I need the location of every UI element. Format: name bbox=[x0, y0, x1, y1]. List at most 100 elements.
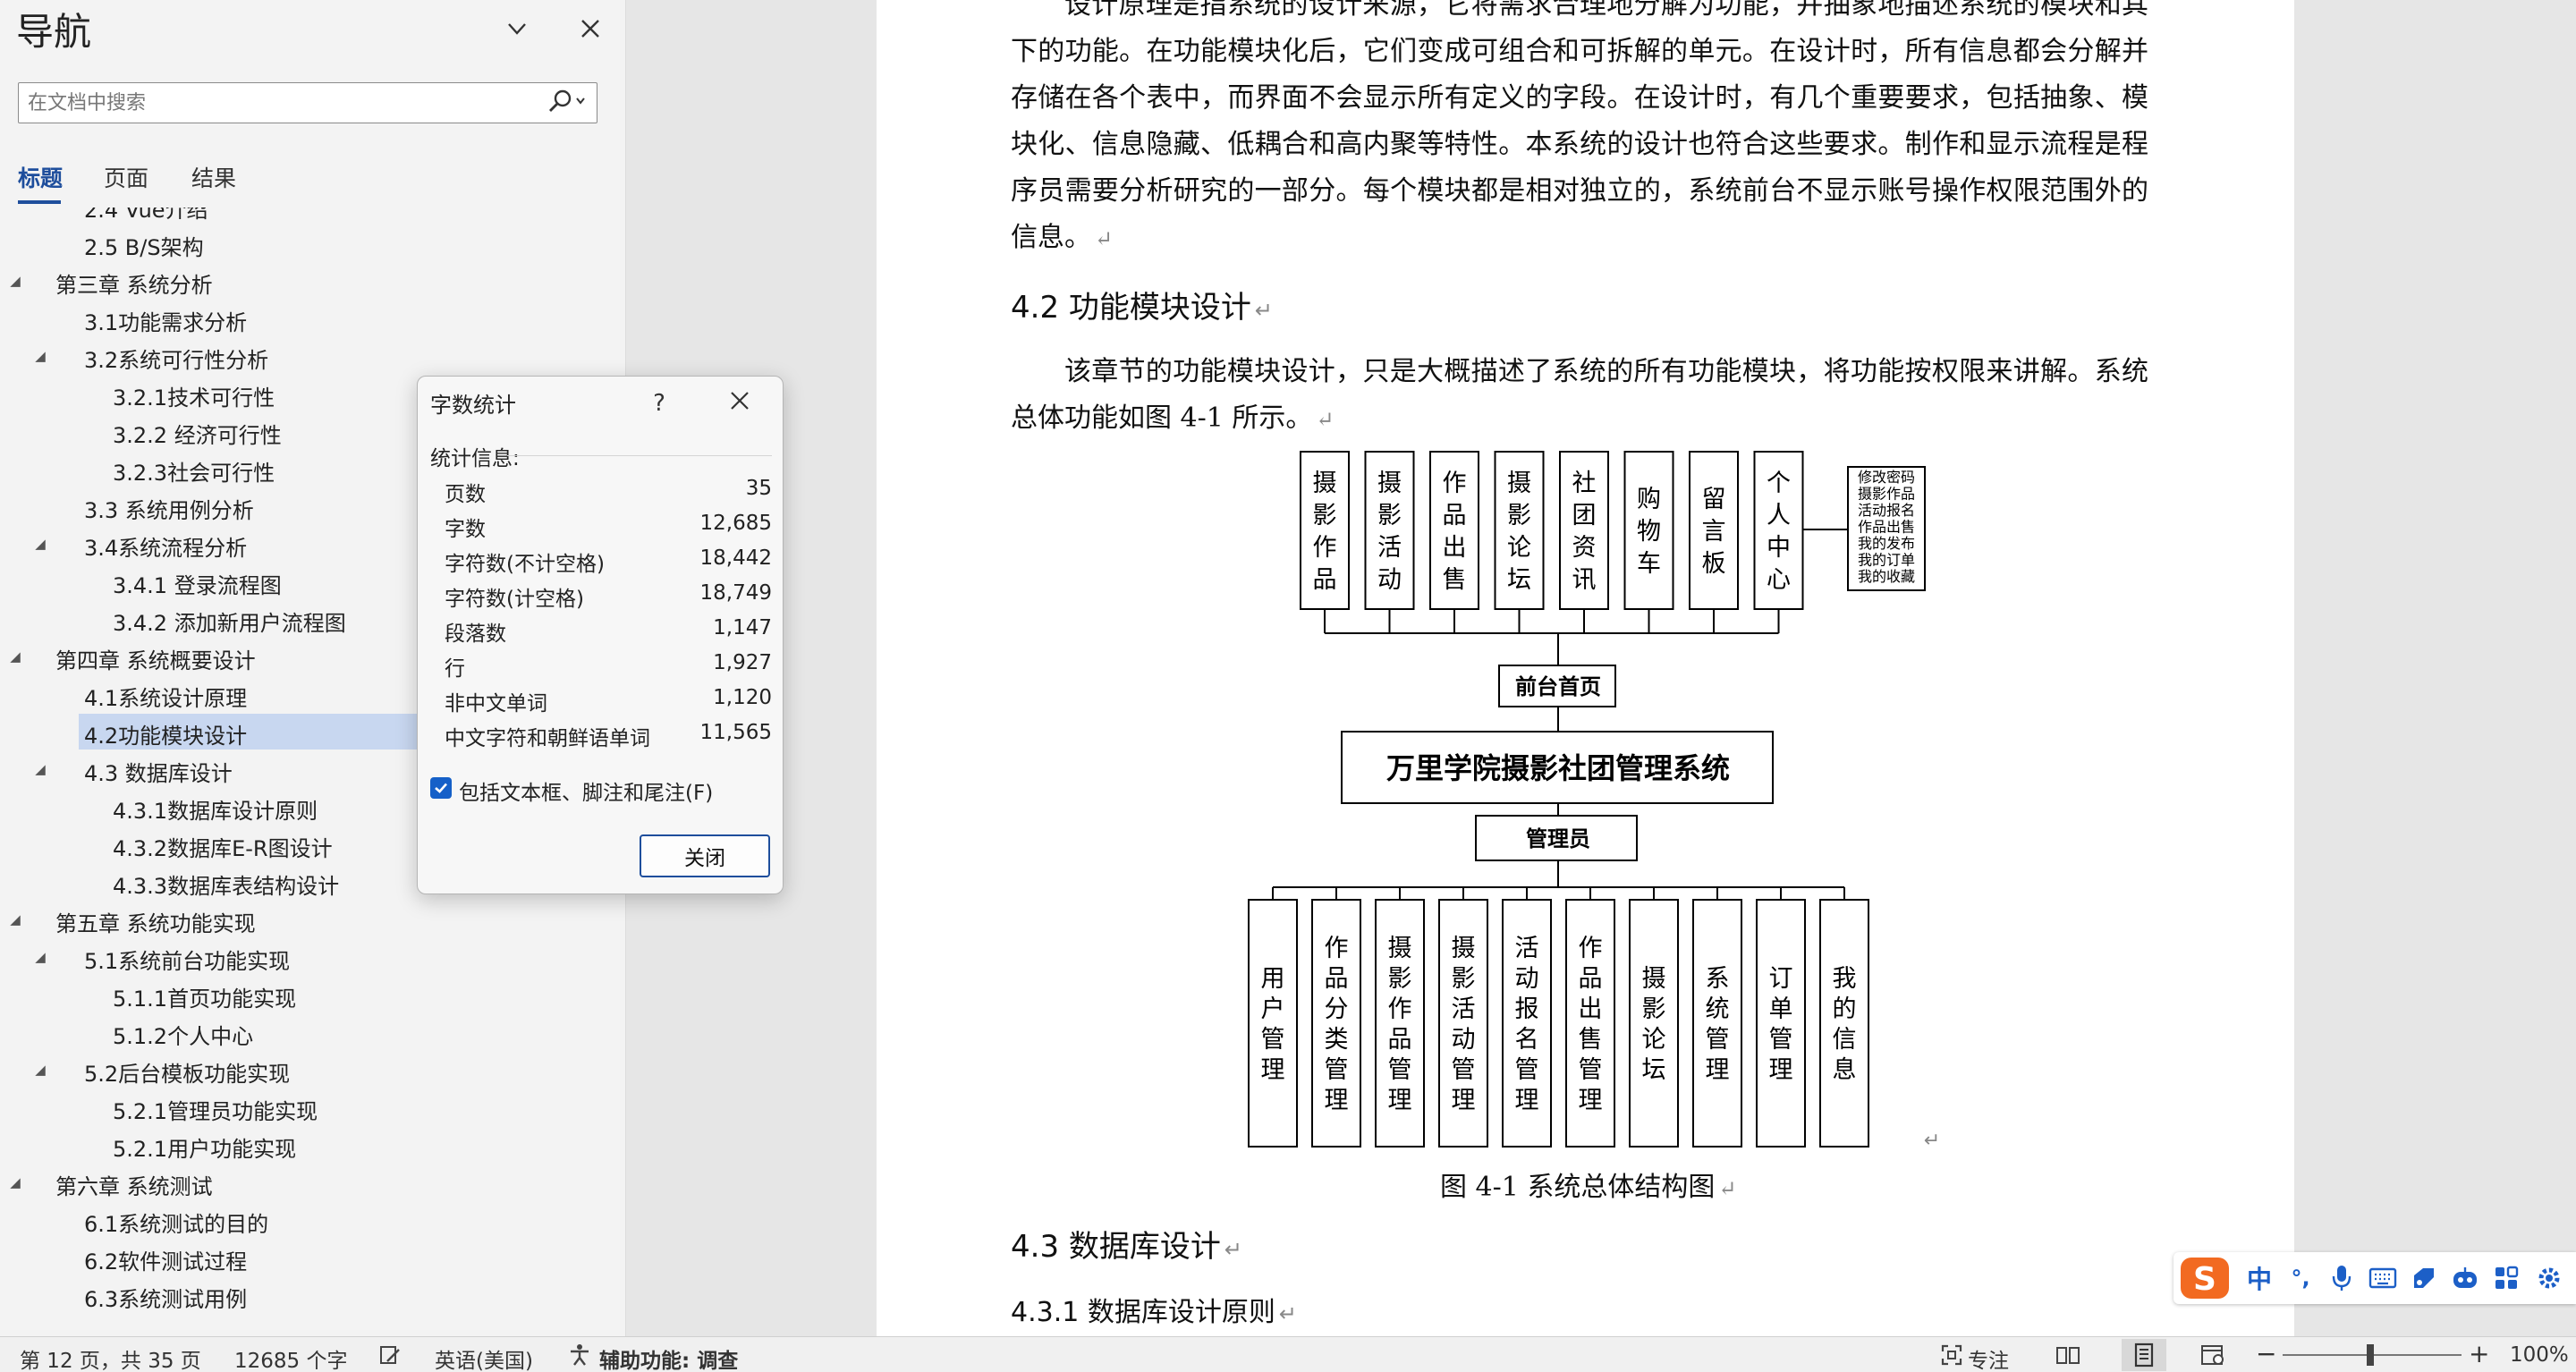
skin-icon[interactable] bbox=[2406, 1261, 2442, 1295]
outline-item[interactable]: 2.4 Vue介绍 bbox=[0, 207, 625, 224]
chevron-down-icon[interactable] bbox=[499, 11, 535, 47]
ime-language-toggle[interactable]: 中 bbox=[2241, 1261, 2277, 1295]
outline-item-label: 3.2.3社会可行性 bbox=[113, 461, 275, 486]
accessibility-status[interactable]: 辅助功能: 调查 bbox=[599, 1343, 738, 1372]
personal-submenu-item: 摄影作品 bbox=[1858, 486, 1915, 503]
personal-submenu-item: 我的收藏 bbox=[1858, 568, 1915, 585]
close-button[interactable]: 关闭 bbox=[640, 834, 770, 877]
paragraph-mark: ↵ bbox=[1718, 1176, 1737, 1201]
read-mode-icon[interactable] bbox=[2055, 1342, 2080, 1368]
outline-item[interactable]: 2.5 B/S架构 bbox=[0, 225, 625, 261]
collapse-toggle-icon[interactable]: ◢ bbox=[30, 947, 50, 967]
outline-item-label: 5.2.1管理员功能实现 bbox=[113, 1099, 318, 1124]
outline-item-label: 第三章 系统分析 bbox=[55, 273, 213, 298]
zoom-out-button[interactable]: − bbox=[2256, 1339, 2276, 1368]
zoom-level[interactable]: 100% bbox=[2510, 1343, 2569, 1367]
close-icon[interactable] bbox=[572, 11, 608, 47]
stat-row: 中文字符和朝鲜语单词 11,565 bbox=[445, 721, 772, 755]
outline-item[interactable]: 6.2软件测试过程 bbox=[0, 1240, 625, 1275]
toolbox-grid-icon[interactable] bbox=[2488, 1261, 2524, 1295]
checkbox-label[interactable]: 包括文本框、脚注和尾注(F) bbox=[459, 775, 713, 806]
language-status[interactable]: 英语(美国) bbox=[435, 1343, 533, 1372]
outline-item-label: 3.2.1技术可行性 bbox=[113, 385, 275, 411]
heading-4-3-1: 4.3.1 数据库设计原则 ↵ bbox=[1011, 1297, 1297, 1328]
top-module-label: 留言板 bbox=[1702, 486, 1726, 578]
tab-results[interactable]: 结果 bbox=[191, 161, 236, 193]
outline-item[interactable]: 4.2功能模块设计 bbox=[79, 714, 436, 750]
ime-toolbar[interactable]: S 中 °, bbox=[2174, 1252, 2576, 1304]
outline-item-label: 2.5 B/S架构 bbox=[84, 235, 204, 260]
tab-headings[interactable]: 标题 bbox=[18, 161, 63, 193]
outline-item-label: 3.4系统流程分析 bbox=[84, 536, 248, 561]
outline-item-label: 4.2功能模块设计 bbox=[84, 724, 248, 749]
outline-item-label: 3.3 系统用例分析 bbox=[84, 498, 254, 523]
web-layout-icon[interactable] bbox=[2200, 1342, 2225, 1368]
collapse-toggle-icon[interactable]: ◢ bbox=[30, 759, 50, 779]
collapse-toggle-icon[interactable]: ◢ bbox=[5, 271, 25, 291]
stat-row: 段落数 1,147 bbox=[445, 616, 772, 650]
outline-item[interactable]: 5.2.1用户功能实现 bbox=[0, 1127, 625, 1163]
focus-icon[interactable] bbox=[1939, 1342, 1964, 1368]
help-button[interactable]: ? bbox=[641, 385, 677, 421]
outline-item[interactable]: ◢ 第五章 系统功能实现 bbox=[0, 902, 625, 937]
dialog-close-button[interactable] bbox=[722, 385, 758, 421]
collapse-toggle-icon[interactable]: ◢ bbox=[5, 910, 25, 929]
stat-row: 字数 12,685 bbox=[445, 512, 772, 546]
page-count-status[interactable]: 第 12 页，共 35 页 bbox=[20, 1343, 201, 1372]
stat-row: 字符数(不计空格) 18,442 bbox=[445, 546, 772, 580]
document-page[interactable]: 设计原理是指系统的设计来源，它将需求合理地分解为功能，并抽象地描述系统的模块和其… bbox=[877, 0, 2294, 1336]
outline-item-label: 第五章 系统功能实现 bbox=[55, 911, 256, 936]
outline-item-label: 4.1系统设计原理 bbox=[84, 686, 248, 711]
collapse-toggle-icon[interactable]: ◢ bbox=[5, 647, 25, 666]
stat-value: 1,120 bbox=[713, 686, 772, 709]
focus-mode-button[interactable]: 专注 bbox=[1968, 1343, 2009, 1372]
microphone-icon[interactable] bbox=[2324, 1261, 2360, 1295]
collapse-toggle-icon[interactable]: ◢ bbox=[30, 346, 50, 366]
search-button[interactable] bbox=[541, 87, 593, 119]
outline-item[interactable]: ◢ 3.2系统可行性分析 bbox=[0, 338, 625, 374]
accessibility-icon[interactable] bbox=[567, 1342, 592, 1368]
outline-item[interactable]: ◢ 5.2后台模板功能实现 bbox=[0, 1052, 625, 1088]
outline-item[interactable]: 5.2.1管理员功能实现 bbox=[0, 1089, 625, 1125]
collapse-toggle-icon[interactable]: ◢ bbox=[30, 1060, 50, 1080]
bottom-module-box bbox=[1692, 899, 1742, 1148]
ime-punctuation-toggle[interactable]: °, bbox=[2283, 1261, 2318, 1295]
bottom-module-box bbox=[1756, 899, 1806, 1148]
zoom-slider-thumb[interactable] bbox=[2367, 1344, 2374, 1366]
outline-item-label: 6.3系统测试用例 bbox=[84, 1287, 248, 1312]
settings-gear-icon[interactable] bbox=[2529, 1261, 2569, 1295]
search-box[interactable] bbox=[18, 82, 597, 123]
outline-item[interactable]: ◢ 第三章 系统分析 bbox=[0, 263, 625, 299]
tab-pages[interactable]: 页面 bbox=[104, 161, 148, 193]
sogou-logo-icon[interactable]: S bbox=[2174, 1254, 2236, 1302]
svg-text:S: S bbox=[2193, 1261, 2216, 1298]
outline-item[interactable]: 6.1系统测试的目的 bbox=[0, 1202, 625, 1238]
heading-4-3: 4.3 数据库设计 ↵ bbox=[1011, 1229, 1242, 1265]
nav-title: 导航 bbox=[16, 10, 92, 54]
stat-row: 字符数(计空格) 18,749 bbox=[445, 581, 772, 615]
outline-item[interactable]: ◢ 第六章 系统测试 bbox=[0, 1165, 625, 1200]
collapse-toggle-icon[interactable]: ◢ bbox=[5, 1173, 25, 1192]
outline-item[interactable]: 6.3系统测试用例 bbox=[0, 1277, 625, 1313]
print-layout-icon[interactable] bbox=[2122, 1339, 2166, 1371]
outline-item-label: 3.2系统可行性分析 bbox=[84, 348, 269, 373]
search-input[interactable] bbox=[28, 83, 538, 123]
outline-item-label: 3.4.2 添加新用户流程图 bbox=[113, 611, 346, 636]
outline-item[interactable]: 3.1功能需求分析 bbox=[0, 301, 625, 336]
personal-submenu-item: 我的订单 bbox=[1858, 552, 1915, 569]
zoom-in-button[interactable]: + bbox=[2469, 1339, 2489, 1368]
include-textboxes-checkbox[interactable] bbox=[430, 777, 452, 799]
outline-item[interactable]: 5.1.1首页功能实现 bbox=[0, 977, 625, 1012]
robot-icon[interactable] bbox=[2447, 1261, 2483, 1295]
collapse-toggle-icon[interactable]: ◢ bbox=[30, 534, 50, 554]
close-icon bbox=[729, 390, 750, 418]
proofing-icon[interactable] bbox=[377, 1342, 402, 1368]
outline-item[interactable]: ◢ 5.1系统前台功能实现 bbox=[0, 939, 625, 975]
keyboard-icon[interactable] bbox=[2365, 1261, 2401, 1295]
word-count-dialog[interactable]: 字数统计 ? 统计信息: 页数 35 字数 12,685 字符数(不计空格) 18,442… bbox=[417, 376, 784, 894]
stat-value: 1,147 bbox=[713, 616, 772, 639]
outline-item[interactable]: 5.1.2个人中心 bbox=[0, 1014, 625, 1050]
outline-item-label: 3.4.1 登录流程图 bbox=[113, 573, 282, 598]
word-count-status[interactable]: 12685 个字 bbox=[234, 1343, 347, 1372]
stat-value: 18,749 bbox=[699, 581, 772, 605]
